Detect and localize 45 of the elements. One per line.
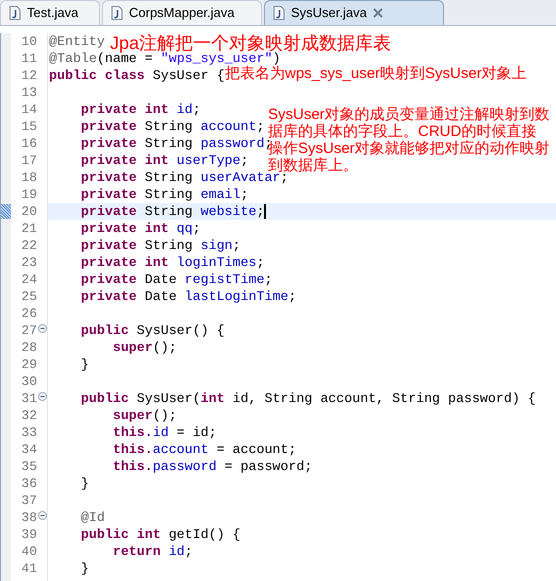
line-number: 38	[20, 508, 37, 527]
editor-tab[interactable]: Test.java	[0, 0, 100, 25]
line-number: 11	[20, 50, 37, 68]
line-number: 22	[20, 236, 37, 255]
line-number: 40	[20, 542, 37, 561]
editor-tab[interactable]: CorpsMapper.java	[102, 0, 262, 25]
text-cursor	[264, 204, 266, 219]
line-number: 21	[20, 220, 37, 238]
close-icon[interactable]	[372, 8, 383, 18]
line-number: 15	[20, 118, 37, 136]
line-number: 37	[20, 492, 37, 510]
line-number: 28	[20, 338, 37, 357]
line-number: 41	[20, 560, 37, 578]
line-number: 29	[20, 356, 37, 374]
line-number: 19	[20, 186, 37, 204]
java-file-icon	[273, 6, 285, 20]
java-file-icon	[111, 6, 123, 20]
line-number: 12	[20, 66, 37, 85]
line-number: 24	[20, 270, 37, 289]
line-number: 27	[20, 322, 37, 340]
editor-tab[interactable]: SysUser.java	[264, 0, 444, 25]
line-number: 36	[20, 474, 37, 493]
line-number: 31	[20, 390, 37, 408]
line-number: 33	[20, 424, 37, 442]
line-number: 30	[20, 372, 37, 391]
line-number: 18	[20, 168, 37, 187]
line-number: 23	[20, 254, 37, 272]
annotation-note: Jpa注解把一个对象映射成数据库表	[110, 32, 392, 53]
line-number: 13	[20, 84, 37, 102]
line-number: 34	[20, 440, 37, 459]
line-number: 10	[20, 32, 37, 51]
line-number: 35	[20, 458, 37, 476]
line-number: 14	[20, 100, 37, 119]
java-file-icon	[9, 6, 21, 20]
line-number: 39	[20, 526, 37, 544]
collapse-icon[interactable]	[38, 392, 47, 400]
line-number: 25	[20, 288, 37, 306]
collapse-icon[interactable]	[38, 510, 47, 520]
line-number: 26	[20, 304, 37, 323]
line-number: 17	[20, 152, 37, 170]
line-number: 16	[20, 134, 37, 153]
annotation-note: 把表名为wps_sys_user映射到SysUser对象上	[225, 65, 527, 83]
line-number: 20	[20, 202, 37, 221]
line-number: 32	[20, 406, 37, 425]
collapse-icon[interactable]	[38, 324, 47, 332]
